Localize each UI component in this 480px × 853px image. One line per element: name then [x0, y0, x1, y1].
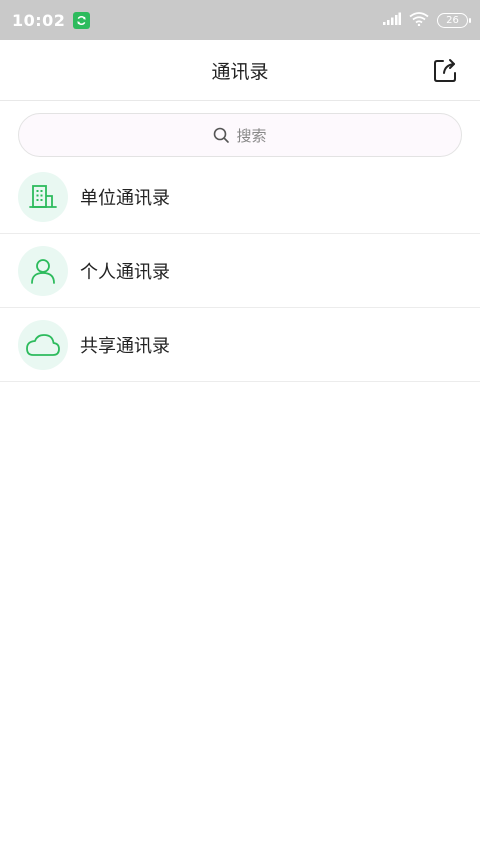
page-title: 通讯录: [211, 60, 269, 83]
building-icon: [18, 171, 68, 222]
status-bar: 10:02 26: [0, 0, 480, 40]
battery-icon: 26: [437, 12, 471, 28]
list-item-label: 单位通讯录: [80, 187, 170, 209]
person-icon: [18, 245, 68, 296]
list-item-label: 个人通讯录: [80, 261, 170, 283]
share-icon: [434, 59, 456, 82]
cloud-icon: [18, 319, 68, 370]
wifi-icon: [409, 11, 429, 30]
list-item-unit-contacts[interactable]: 单位通讯录: [0, 160, 480, 234]
list-item-label: 共享通讯录: [80, 335, 170, 357]
status-right-group: 26: [383, 11, 471, 30]
signal-icon: [383, 11, 401, 30]
app-notification-icon: [73, 11, 91, 29]
search-placeholder: 搜索: [236, 126, 267, 145]
list-item-shared-contacts[interactable]: 共享通讯录: [0, 308, 480, 382]
search-input[interactable]: 搜索: [18, 113, 462, 157]
list-item-personal-contacts[interactable]: 个人通讯录: [0, 234, 480, 308]
contacts-list: 单位通讯录 个人通讯录 共享通讯录: [0, 160, 480, 382]
share-button[interactable]: [430, 54, 462, 86]
search-icon: [214, 127, 230, 143]
app-header: 通讯录: [0, 40, 480, 101]
status-time: 10:02: [12, 10, 66, 30]
